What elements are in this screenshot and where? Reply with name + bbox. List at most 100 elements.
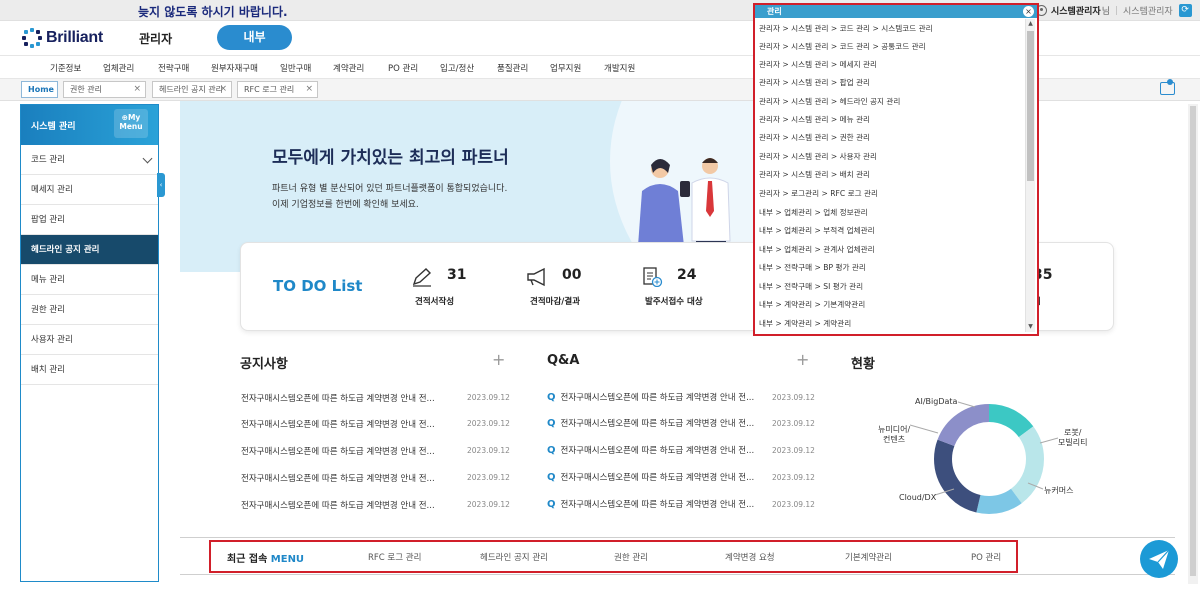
sidebar: 시스템 관리 ⊕My Menu 코드 관리 메세지 관리 팝업 관리 헤드라인 … (20, 104, 159, 582)
banner-title: 모두에게 가치있는 최고의 파트너 (272, 148, 509, 168)
tab-home[interactable]: Home (21, 81, 58, 98)
recent-title-prefix: 최근 접속 (227, 554, 268, 565)
notice-row[interactable]: 전자구매시스템오픈에 따른 하도급 계약변경 안내 전... (241, 499, 435, 513)
top-menu-item[interactable]: 업체관리 (103, 62, 134, 74)
sidebar-collapse-button[interactable]: ‹ (157, 173, 165, 197)
top-menu-item[interactable]: PO 관리 (388, 62, 418, 74)
qna-text: 전자구매시스템오픈에 따른 하도급 계약변경 안내 전... (560, 446, 755, 456)
search-input[interactable]: 관리 × (755, 5, 1037, 18)
search-result-item[interactable]: 관리자 > 시스템 관리 > 코드 관리 > 시스템코드 관리 (759, 20, 1024, 38)
search-scroll-thumb[interactable] (1027, 31, 1034, 181)
search-result-item[interactable]: 관리자 > 시스템 관리 > 사용자 관리 (759, 148, 1024, 166)
logo-mark-icon (22, 28, 42, 48)
user-name[interactable]: 시스템관리자 (1051, 4, 1101, 17)
todo-title: TO DO List (273, 277, 363, 295)
search-result-item[interactable]: 내부 > 업체관리 > 부적격 업체관리 (759, 222, 1024, 240)
sidebar-item-permission[interactable]: 권한 관리 (21, 295, 158, 325)
todo-item-quote-write[interactable]: 31 견적서작성 (411, 265, 501, 315)
qna-row[interactable]: Q 전자구매시스템오픈에 따른 하도급 계약변경 안내 전... (547, 471, 754, 485)
chevron-down-icon (142, 153, 153, 164)
top-menu-item[interactable]: 원부자재구매 (211, 62, 258, 74)
search-scrollbar[interactable]: ▲ ▼ (1025, 19, 1035, 332)
notice-row[interactable]: 전자구매시스템오픈에 따른 하도급 계약변경 안내 전... (241, 472, 435, 486)
search-result-item[interactable]: 관리자 > 로그관리 > RFC 로그 관리 (759, 185, 1024, 203)
search-result-item[interactable]: 관리자 > 시스템 관리 > 코드 관리 > 공통코드 관리 (759, 38, 1024, 56)
search-result-item[interactable]: 관리자 > 시스템 관리 > 배치 관리 (759, 166, 1024, 184)
user-suffix: 님 (1101, 7, 1110, 17)
search-result-item[interactable]: 내부 > 계약관리 > 기본계약관리 (759, 296, 1024, 314)
close-icon[interactable]: × (1023, 6, 1034, 17)
tab-label: RFC 로그 관리 (244, 85, 295, 94)
top-menu-item[interactable]: 일반구매 (280, 62, 311, 74)
sidebar-item-code[interactable]: 코드 관리 (21, 145, 158, 175)
tab-label: Home (28, 85, 54, 94)
search-result-item[interactable]: 내부 > 업체관리 > 관계사 업체관리 (759, 241, 1024, 259)
internal-mode-button[interactable]: 내부 (217, 25, 292, 50)
search-result-item[interactable]: 관리자 > 시스템 관리 > 팝업 관리 (759, 74, 1024, 92)
search-result-item[interactable]: 내부 > 계약관리 > 계약관리 (759, 315, 1024, 333)
tab-window-icon[interactable] (1160, 79, 1175, 95)
top-menu-item[interactable]: 전략구매 (158, 62, 189, 74)
plus-icon[interactable]: + (796, 350, 809, 369)
admin-mode-label[interactable]: 관리자 (139, 30, 172, 47)
notice-row[interactable]: 전자구매시스템오픈에 따른 하도급 계약변경 안내 전... (241, 418, 435, 432)
tab-headline[interactable]: 헤드라인 공지 관리 × (152, 81, 232, 98)
top-menu-item[interactable]: 업무지원 (550, 62, 581, 74)
banner-subtitle: 파트너 유형 별 분산되어 있던 파트너플랫폼이 통합되었습니다. (272, 184, 508, 194)
search-result-item[interactable]: 관리자 > 시스템 관리 > 메세지 관리 (759, 56, 1024, 74)
user-area: 시스템관리자 님 | 시스템관리자 ⟳ (1036, 3, 1192, 18)
qna-row[interactable]: Q 전자구매시스템오픈에 따른 하도급 계약변경 안내 전... (547, 417, 754, 431)
recent-menu-item[interactable]: PO 관리 (971, 551, 1001, 563)
sidebar-item-popup[interactable]: 팝업 관리 (21, 205, 158, 235)
todo-item-po-receipt[interactable]: 24 발주서접수 대상 (641, 265, 731, 315)
search-result-item[interactable]: 내부 > 전략구매 > SI 평가 관리 (759, 278, 1024, 296)
refresh-icon[interactable]: ⟳ (1178, 4, 1192, 17)
logo[interactable]: Brilliant (22, 28, 103, 48)
recent-title-highlight: MENU (270, 554, 305, 565)
qna-row[interactable]: Q 전자구매시스템오픈에 따른 하도급 계약변경 안내 전... (547, 444, 754, 458)
send-fab-button[interactable] (1140, 540, 1178, 578)
search-result-item[interactable]: 관리자 > 시스템 관리 > 권한 관리 (759, 129, 1024, 147)
sidebar-item-menu[interactable]: 메뉴 관리 (21, 265, 158, 295)
page-scroll-thumb[interactable] (1190, 106, 1196, 576)
sidebar-item-label: 권한 관리 (31, 305, 65, 315)
todo-item-quote-close[interactable]: 00 견적마감/결과 (526, 265, 616, 315)
notice-row[interactable]: 전자구매시스템오픈에 따른 하도급 계약변경 안내 전... (241, 445, 435, 459)
top-menu-item[interactable]: 품질관리 (497, 62, 528, 74)
sidebar-item-user[interactable]: 사용자 관리 (21, 325, 158, 355)
scroll-down-icon[interactable]: ▼ (1026, 322, 1035, 332)
plus-icon[interactable]: + (492, 350, 505, 369)
top-menu-item[interactable]: 입고/정산 (440, 62, 474, 74)
sidebar-item-message[interactable]: 메세지 관리 (21, 175, 158, 205)
close-icon[interactable]: × (305, 82, 313, 97)
search-result-item[interactable]: 관리자 > 시스템 관리 > 헤드라인 공지 관리 (759, 93, 1024, 111)
notice-row[interactable]: 전자구매시스템오픈에 따른 하도급 계약변경 안내 전... (241, 392, 435, 406)
recent-menu-item[interactable]: 계약변경 요청 (725, 551, 775, 563)
qna-row[interactable]: Q 전자구매시스템오픈에 따른 하도급 계약변경 안내 전... (547, 498, 754, 512)
recent-menu-item[interactable]: 헤드라인 공지 관리 (480, 551, 548, 563)
status-title: 현황 (851, 357, 875, 372)
q-marker: Q (547, 445, 556, 456)
tab-permission[interactable]: 권한 관리 × (63, 81, 146, 98)
donut-label: AI/BigData (915, 397, 958, 406)
sidebar-item-batch[interactable]: 배치 관리 (21, 355, 158, 385)
close-icon[interactable]: × (133, 82, 141, 97)
page-scrollbar[interactable] (1188, 104, 1198, 584)
recent-menu-item[interactable]: RFC 로그 관리 (368, 551, 421, 563)
tab-label: 헤드라인 공지 관리 (159, 85, 223, 94)
search-result-item[interactable]: 관리자 > 시스템 관리 > 메뉴 관리 (759, 111, 1024, 129)
top-menu-item[interactable]: 개발지원 (604, 62, 635, 74)
search-result-item[interactable]: 내부 > 업체관리 > 업체 정보관리 (759, 204, 1024, 222)
my-menu-button[interactable]: ⊕My Menu (114, 109, 148, 138)
top-menu-item[interactable]: 기준정보 (50, 62, 81, 74)
qna-row[interactable]: Q 전자구매시스템오픈에 따른 하도급 계약변경 안내 전... (547, 391, 754, 405)
sidebar-item-headline[interactable]: 헤드라인 공지 관리 (21, 235, 158, 265)
close-icon[interactable]: × (219, 82, 227, 97)
recent-menu-item[interactable]: 기본계약관리 (845, 551, 892, 563)
tab-rfc-log[interactable]: RFC 로그 관리 × (237, 81, 318, 98)
q-marker: Q (547, 418, 556, 429)
top-menu-item[interactable]: 계약관리 (333, 62, 364, 74)
recent-menu-item[interactable]: 권한 관리 (614, 551, 648, 563)
search-result-item[interactable]: 내부 > 전략구매 > BP 평가 관리 (759, 259, 1024, 277)
scroll-up-icon[interactable]: ▲ (1026, 19, 1035, 29)
